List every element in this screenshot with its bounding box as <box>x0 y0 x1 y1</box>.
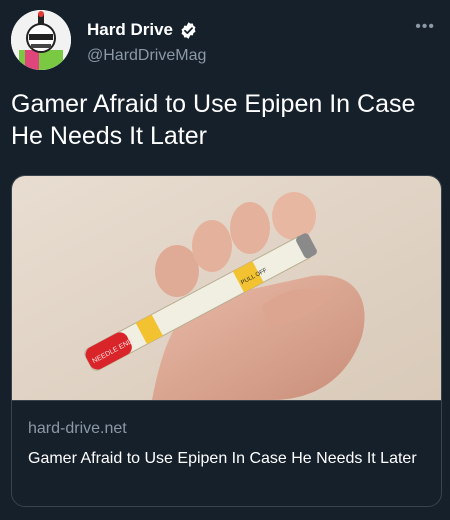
verified-badge-icon <box>179 21 198 40</box>
tweet-text: Gamer Afraid to Use Epipen In Case He Ne… <box>11 90 416 150</box>
avatar-image <box>11 10 71 70</box>
handle[interactable]: @HardDriveMag <box>87 47 206 65</box>
card-domain: hard-drive.net <box>28 420 127 437</box>
card-divider <box>12 400 441 401</box>
link-card[interactable]: NEEDLE END PULL OFF hard-drive.net Gamer… <box>11 175 442 507</box>
more-dots-icon[interactable]: ••• <box>415 18 435 36</box>
display-name[interactable]: Hard Drive <box>87 20 173 40</box>
card-image[interactable]: NEEDLE END PULL OFF <box>12 176 441 400</box>
card-title: Gamer Afraid to Use Epipen In Case He Ne… <box>28 450 417 467</box>
avatar[interactable] <box>11 10 71 70</box>
tweet-header: Hard Drive @HardDriveMag ••• <box>11 10 441 70</box>
name-row: Hard Drive <box>87 20 198 40</box>
